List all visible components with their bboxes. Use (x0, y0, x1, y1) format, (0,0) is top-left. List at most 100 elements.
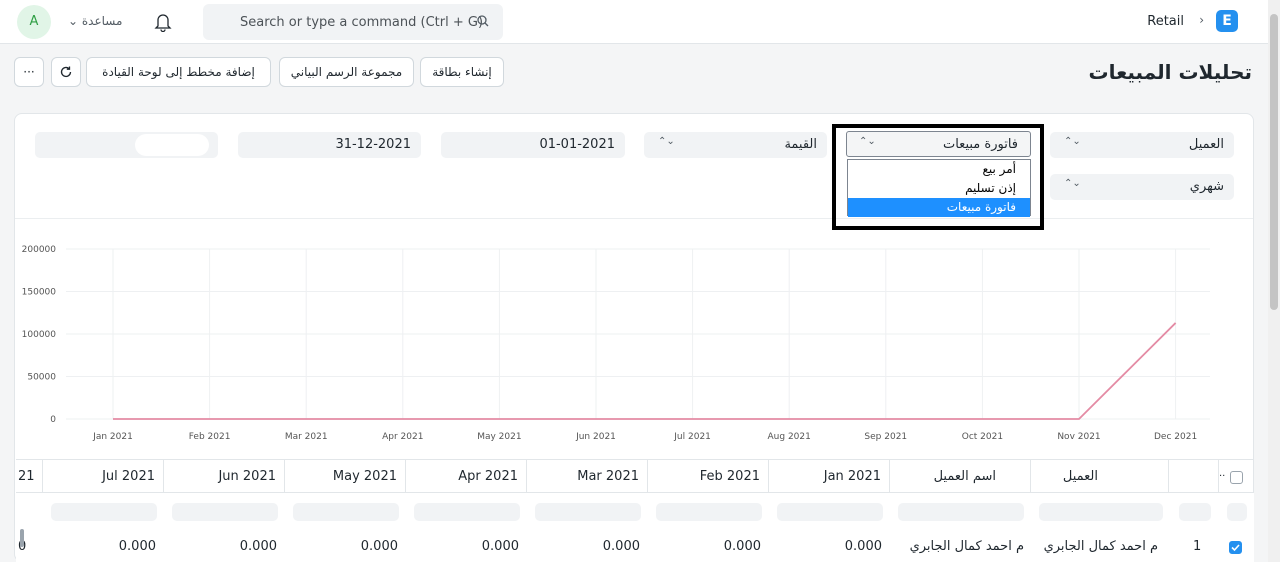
breadcrumb-retail[interactable]: Retail (1147, 14, 1184, 29)
col-mar-label: Mar 2021 (577, 469, 639, 484)
x-tick-label: Nov 2021 (1057, 432, 1100, 442)
y-tick-label: 0 (50, 415, 56, 425)
value-quantity-filter[interactable]: ⌃⌄ القيمة (644, 132, 827, 158)
scrollbar-thumb[interactable] (1270, 14, 1278, 310)
col-customer[interactable]: العميل (1031, 459, 1169, 493)
col-jun-label: Jun 2021 (218, 469, 276, 484)
select-caret-icon: ⌃⌄ (859, 136, 876, 147)
col-aug-label: 21 (18, 469, 35, 484)
more-actions-button[interactable]: ··· (14, 57, 44, 87)
col-jul-label: Jul 2021 (102, 469, 155, 484)
filter-placeholder (1227, 503, 1247, 521)
filter-placeholder (777, 503, 883, 521)
doc-type-options: أمر بيع إذن تسليم فاتورة مبيعات (847, 159, 1031, 217)
select-all-header: .. (1219, 459, 1254, 493)
add-to-dashboard-button[interactable]: إضافة مخطط إلى لوحة القيادة (86, 57, 271, 87)
filter-placeholder (1039, 503, 1163, 521)
col-customer-name[interactable]: اسم العميل (890, 459, 1031, 493)
col-aug-partial[interactable]: 21 (16, 459, 43, 493)
notification-bell-icon[interactable] (154, 12, 172, 32)
cell-jul: 0.000 (118, 539, 156, 554)
check-icon (1231, 544, 1240, 552)
col-feb[interactable]: Feb 2021 (648, 459, 769, 493)
col-customer-label: العميل (1062, 469, 1098, 484)
filter-placeholder (293, 503, 399, 521)
app-logo[interactable]: E (1216, 10, 1238, 32)
refresh-button[interactable] (51, 57, 81, 87)
tree-type-filter[interactable]: ⌃⌄ العميل (1050, 132, 1234, 158)
col-jul[interactable]: Jul 2021 (43, 459, 164, 493)
index-header (1169, 459, 1219, 493)
row-checkbox[interactable] (1229, 541, 1242, 554)
col-mar[interactable]: Mar 2021 (527, 459, 648, 493)
col-jan-label: Jan 2021 (823, 469, 881, 484)
row-index: 1 (1193, 539, 1202, 554)
filter-placeholder (414, 503, 520, 521)
col-apr[interactable]: Apr 2021 (406, 459, 527, 493)
divider (15, 218, 1253, 219)
search-bar[interactable]: Search or type a command (Ctrl + G) (203, 4, 503, 40)
vertical-scrollbar[interactable] (1268, 0, 1280, 562)
filter-placeholder (535, 503, 641, 521)
series-line (113, 322, 1177, 420)
x-tick-label: Oct 2021 (962, 432, 1003, 442)
range-filter[interactable]: ⌃⌄ شهري (1050, 174, 1234, 200)
value-quantity-value: القيمة (784, 137, 817, 152)
chart-group-button[interactable]: مجموعة الرسم البياني (279, 57, 414, 87)
help-dropdown[interactable]: ⌄ مساعدة (68, 14, 122, 28)
option-delivery-note[interactable]: إذن تسليم (848, 179, 1030, 198)
doc-type-select[interactable]: ⌃⌄ فاتورة مبيعات (846, 131, 1031, 157)
filter-placeholder (51, 503, 157, 521)
filter-placeholder (1179, 503, 1211, 521)
cell-jun: 0.000 (239, 539, 277, 554)
filter-toggle[interactable] (135, 134, 209, 156)
x-tick-label: Aug 2021 (768, 432, 811, 442)
x-tick-label: Jun 2021 (575, 432, 616, 442)
col-jun[interactable]: Jun 2021 (164, 459, 285, 493)
col-may[interactable]: May 2021 (285, 459, 406, 493)
x-tick-label: Mar 2021 (285, 432, 328, 442)
filter-placeholder (656, 503, 762, 521)
x-tick-label: Feb 2021 (189, 432, 231, 442)
x-tick-label: Apr 2021 (382, 432, 423, 442)
option-sales-order[interactable]: أمر بيع (848, 160, 1030, 179)
x-tick-label: Jul 2021 (673, 432, 711, 442)
col-feb-label: Feb 2021 (699, 469, 760, 484)
y-tick-label: 100000 (22, 330, 57, 340)
search-input[interactable]: Search or type a command (Ctrl + G) (240, 15, 483, 30)
extra-filter-field[interactable] (35, 132, 218, 158)
to-date-field[interactable]: 31-12-2021 (238, 132, 421, 158)
col-customer-name-label: اسم العميل (933, 469, 996, 484)
new-card-button[interactable]: إنشاء بطاقة (420, 57, 504, 87)
x-tick-label: Jan 2021 (92, 432, 133, 442)
y-tick-label: 200000 (22, 245, 57, 255)
search-icon (477, 15, 489, 27)
refresh-icon (60, 66, 72, 78)
cell-customer-name: م احمد كمال الجابري (909, 539, 1024, 554)
option-sales-invoice[interactable]: فاتورة مبيعات (848, 198, 1030, 217)
cell-feb: 0.000 (723, 539, 761, 554)
to-date-value: 31-12-2021 (335, 137, 411, 152)
cell-apr: 0.000 (481, 539, 519, 554)
breadcrumb-separator: › (1199, 13, 1204, 27)
horizontal-scroll-handle[interactable] (20, 529, 24, 547)
from-date-field[interactable]: 01-01-2021 (441, 132, 625, 158)
chevron-down-icon: ⌄ (68, 14, 79, 28)
x-tick-label: Sep 2021 (864, 432, 907, 442)
page-title: تحليلات المبيعات (1088, 60, 1253, 84)
cell-jan: 0.000 (844, 539, 882, 554)
col-jan[interactable]: Jan 2021 (769, 459, 890, 493)
col-may-label: May 2021 (332, 469, 397, 484)
report-table: .. العميل اسم العميل Jan 2021 Feb 2021 M… (16, 459, 1254, 562)
cell-customer[interactable]: م احمد كمال الجابري (1044, 539, 1158, 554)
tree-type-value: العميل (1188, 137, 1224, 152)
filter-placeholder (172, 503, 278, 521)
select-all-checkbox[interactable] (1230, 471, 1243, 484)
avatar[interactable]: A (17, 5, 51, 39)
y-tick-label: 150000 (22, 288, 57, 298)
select-caret-icon: ⌃⌄ (658, 136, 675, 147)
truncation-dots: .. (1219, 468, 1226, 479)
doc-type-value: فاتورة مبيعات (942, 137, 1018, 152)
from-date-value: 01-01-2021 (539, 137, 615, 152)
filter-placeholder (898, 503, 1024, 521)
